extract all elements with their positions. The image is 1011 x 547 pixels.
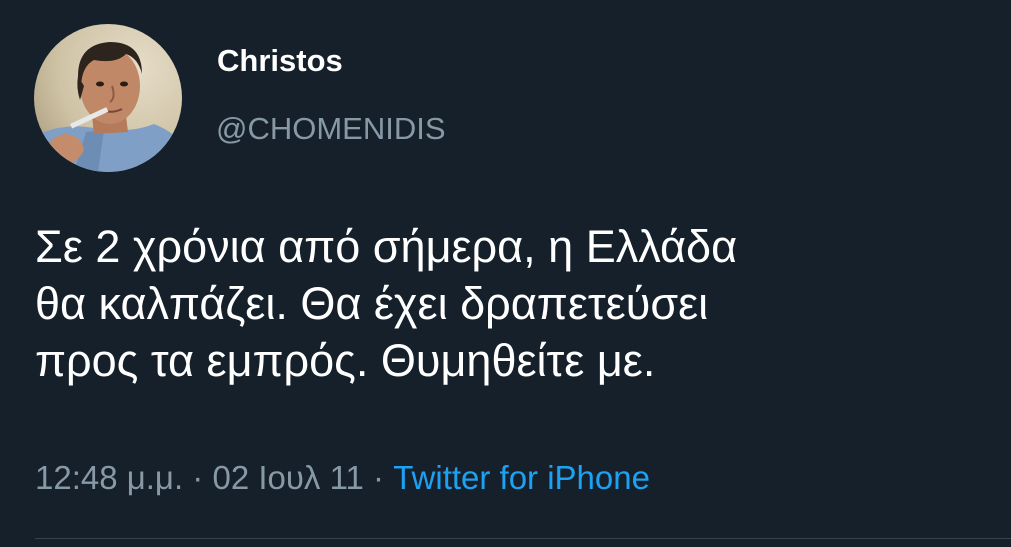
author-handle[interactable]: @CHOMENIDIS [216, 110, 446, 148]
tweet-time[interactable]: 12:48 μ.μ. [35, 459, 183, 496]
tweet-meta: 12:48 μ.μ. · 02 Ιουλ 11 · Twitter for iP… [35, 458, 650, 498]
tweet-text: Σε 2 χρόνια από σήμερα, η Ελλάδα θα καλπ… [35, 221, 738, 386]
tweet-date[interactable]: 02 Ιουλ 11 [212, 459, 363, 496]
tweet-card: Christos @CHOMENIDIS Σε 2 χρόνια από σήμ… [0, 0, 1011, 547]
avatar-photo [34, 24, 182, 172]
divider [35, 538, 1011, 539]
tweet-source-link[interactable]: Twitter for iPhone [393, 459, 650, 496]
meta-separator: · [373, 459, 385, 496]
avatar[interactable] [34, 24, 182, 172]
meta-separator: · [192, 459, 204, 496]
author-name[interactable]: Christos [217, 42, 343, 80]
